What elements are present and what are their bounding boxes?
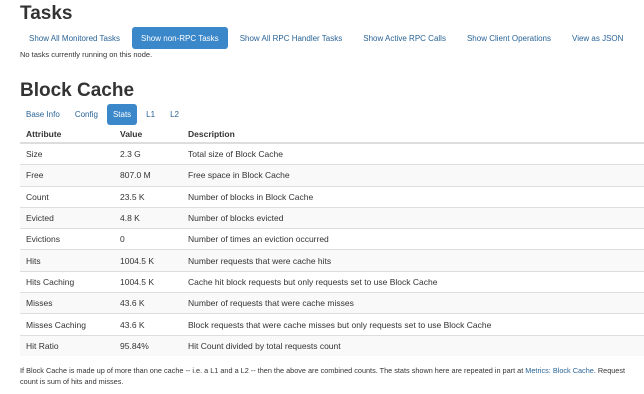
- block-cache-stats-table: Attribute Value Description Size 2.3 G T…: [20, 125, 644, 356]
- tab-l1[interactable]: L1: [140, 104, 161, 125]
- tab-show-all-monitored-tasks[interactable]: Show All Monitored Tasks: [20, 27, 129, 49]
- tab-show-client-operations[interactable]: Show Client Operations: [458, 27, 560, 49]
- cell-attribute: Misses: [20, 292, 114, 314]
- column-header-description: Description: [182, 125, 644, 144]
- cell-description: Cache hit block requests but only reques…: [182, 270, 644, 293]
- cell-attribute: Size: [20, 142, 114, 165]
- cell-attribute: Evictions: [20, 228, 114, 250]
- cell-value: 43.6 K: [114, 313, 182, 336]
- tab-config[interactable]: Config: [69, 104, 104, 125]
- cell-description: Number of blocks evicted: [182, 206, 644, 229]
- block-cache-nav: Base Info Config Stats L1 L2: [20, 104, 188, 125]
- tab-show-active-rpc-calls[interactable]: Show Active RPC Calls: [354, 27, 455, 49]
- cell-value: 4.8 K: [114, 206, 182, 229]
- block-cache-footnote: If Block Cache is made up of more than o…: [20, 365, 640, 387]
- table-row: Hits 1004.5 K Number requests that were …: [20, 249, 644, 272]
- cell-description: Block requests that were cache misses bu…: [182, 313, 644, 336]
- cell-value: 1004.5 K: [114, 270, 182, 293]
- tab-base-info[interactable]: Base Info: [20, 104, 66, 125]
- table-row: Misses Caching 43.6 K Block requests tha…: [20, 313, 644, 336]
- table-header-row: Attribute Value Description: [20, 125, 644, 144]
- cell-description: Number of requests that were cache misse…: [182, 292, 644, 314]
- cell-description: Number requests that were cache hits: [182, 249, 644, 272]
- cell-attribute: Count: [20, 185, 114, 208]
- tab-show-all-rpc-handler-tasks[interactable]: Show All RPC Handler Tasks: [231, 27, 352, 49]
- cell-value: 23.5 K: [114, 185, 182, 208]
- table-row: Count 23.5 K Number of blocks in Block C…: [20, 185, 644, 208]
- table-row: Free 807.0 M Free space in Block Cache: [20, 164, 644, 187]
- block-cache-heading: Block Cache: [20, 80, 135, 101]
- tab-view-as-json[interactable]: View as JSON: [563, 27, 632, 49]
- table-row: Misses 43.6 K Number of requests that we…: [20, 292, 644, 314]
- cell-value: 1004.5 K: [114, 249, 182, 272]
- tab-stats[interactable]: Stats: [106, 104, 138, 125]
- cell-attribute: Hits Caching: [20, 270, 114, 293]
- cell-attribute: Hits: [20, 249, 114, 272]
- column-header-value: Value: [114, 125, 182, 144]
- cell-attribute: Free: [20, 164, 114, 187]
- table-row: Size 2.3 G Total size of Block Cache: [20, 142, 644, 165]
- metrics-block-cache-link[interactable]: Metrics: Block Cache: [525, 366, 594, 375]
- page: Tasks Show All Monitored Tasks Show non-…: [0, 0, 644, 394]
- cell-description: Total size of Block Cache: [182, 142, 644, 165]
- cell-description: Free space in Block Cache: [182, 164, 644, 187]
- column-header-attribute: Attribute: [20, 125, 114, 144]
- table-row: Evictions 0 Number of times an eviction …: [20, 228, 644, 250]
- table-row: Hit Ratio 95.84% Hit Count divided by to…: [20, 334, 644, 356]
- cell-attribute: Hit Ratio: [20, 334, 114, 356]
- cell-description: Number of times an eviction occurred: [182, 228, 644, 250]
- tab-show-non-rpc-tasks[interactable]: Show non-RPC Tasks: [132, 27, 228, 49]
- tasks-nav: Show All Monitored Tasks Show non-RPC Ta…: [20, 27, 635, 49]
- cell-value: 2.3 G: [114, 142, 182, 165]
- table-row: Hits Caching 1004.5 K Cache hit block re…: [20, 270, 644, 293]
- cell-description: Number of blocks in Block Cache: [182, 185, 644, 208]
- table-row: Evicted 4.8 K Number of blocks evicted: [20, 206, 644, 229]
- cell-attribute: Misses Caching: [20, 313, 114, 336]
- cell-value: 43.6 K: [114, 292, 182, 314]
- tab-l2[interactable]: L2: [164, 104, 185, 125]
- cell-value: 0: [114, 228, 182, 250]
- footnote-text-before: If Block Cache is made up of more than o…: [20, 366, 526, 375]
- no-tasks-message: No tasks currently running on this node.: [20, 50, 153, 59]
- tasks-heading: Tasks: [20, 3, 73, 24]
- cell-attribute: Evicted: [20, 206, 114, 229]
- cell-value: 95.84%: [114, 334, 182, 356]
- cell-description: Hit Count divided by total requests coun…: [182, 334, 644, 356]
- cell-value: 807.0 M: [114, 164, 182, 187]
